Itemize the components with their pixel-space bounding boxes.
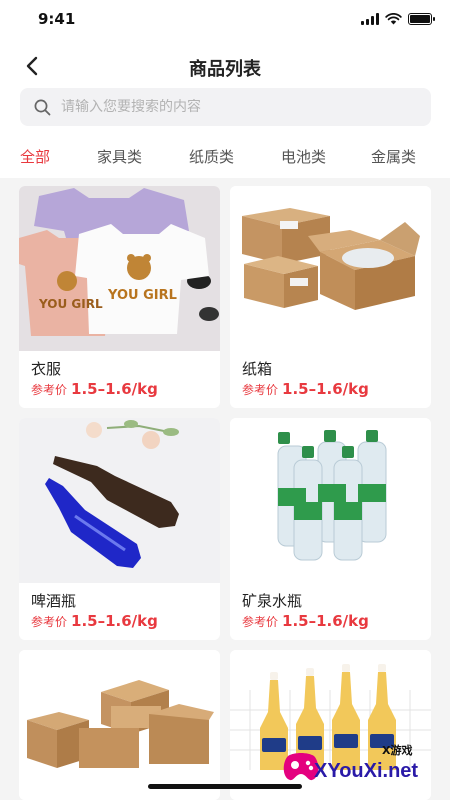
nav-header: 商品列表 <box>0 44 450 88</box>
status-time: 9:41 <box>38 10 76 28</box>
product-name: 纸箱 <box>242 360 273 378</box>
watermark-tag: X游戏 <box>382 744 413 757</box>
tab-metal[interactable]: 金属类 <box>371 146 416 167</box>
product-card-boxes[interactable] <box>19 650 220 800</box>
price-label: 参考价 <box>31 383 68 397</box>
page-title: 商品列表 <box>189 59 261 80</box>
search-section <box>0 88 450 132</box>
search-bar[interactable] <box>20 88 431 126</box>
search-input[interactable] <box>61 99 401 115</box>
search-icon <box>34 99 51 115</box>
product-name: 矿泉水瓶 <box>242 592 303 610</box>
tab-all[interactable]: 全部 <box>20 146 50 167</box>
carton-image <box>230 186 431 351</box>
price-value: 1.5–1.6/kg <box>71 612 158 630</box>
watermark-site: XYouXi.net <box>314 760 419 782</box>
watermark: X游戏 XYouXi.net <box>282 738 442 788</box>
boxes-image <box>19 650 220 800</box>
price-value: 1.5–1.6/kg <box>282 612 369 630</box>
product-card-clothes[interactable]: YOU GIRL YOU GIRL 衣服 参考价 1.5–1.6/kg <box>19 186 220 408</box>
status-bar: 9:41 <box>0 0 450 44</box>
battery-icon <box>408 13 435 25</box>
wifi-icon <box>385 13 402 25</box>
home-indicator[interactable] <box>148 784 302 789</box>
price-label: 参考价 <box>31 615 68 629</box>
status-icons <box>361 13 435 25</box>
category-tabs: 全部 家具类 纸质类 电池类 金属类 <box>0 132 450 178</box>
tab-furniture[interactable]: 家具类 <box>97 146 142 167</box>
svg-text:YOU GIRL: YOU GIRL <box>38 297 103 311</box>
price-value: 1.5–1.6/kg <box>282 380 369 398</box>
product-price: 参考价 1.5–1.6/kg <box>31 379 158 398</box>
product-card-beer-bottle[interactable]: 啤酒瓶 参考价 1.5–1.6/kg <box>19 418 220 640</box>
product-name: 啤酒瓶 <box>31 592 77 610</box>
price-label: 参考价 <box>242 615 279 629</box>
product-name: 衣服 <box>31 360 62 378</box>
tab-battery[interactable]: 电池类 <box>281 146 326 167</box>
price-value: 1.5–1.6/kg <box>71 380 158 398</box>
product-card-carton[interactable]: 纸箱 参考价 1.5–1.6/kg <box>230 186 431 408</box>
price-label: 参考价 <box>242 383 279 397</box>
product-price: 参考价 1.5–1.6/kg <box>242 611 369 630</box>
product-price: 参考价 1.5–1.6/kg <box>31 611 158 630</box>
clothes-image: YOU GIRL YOU GIRL <box>19 186 220 351</box>
product-price: 参考价 1.5–1.6/kg <box>242 379 369 398</box>
cellular-signal-icon <box>361 13 379 25</box>
water-bottle-image <box>230 418 431 583</box>
svg-text:YOU GIRL: YOU GIRL <box>107 288 177 303</box>
product-card-water-bottle[interactable]: 矿泉水瓶 参考价 1.5–1.6/kg <box>230 418 431 640</box>
tab-paper[interactable]: 纸质类 <box>189 146 234 167</box>
beer-bottle-image <box>19 418 220 583</box>
